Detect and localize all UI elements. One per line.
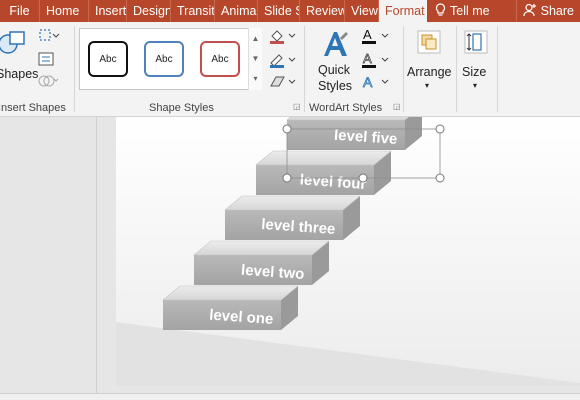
dialog-launcher-icon[interactable]: ◲ <box>393 102 401 111</box>
tab-transitions[interactable]: Transit <box>171 0 215 22</box>
shapes-button[interactable]: Shapes <box>0 26 38 88</box>
size-icon <box>464 30 488 54</box>
shape-effects-icon[interactable] <box>268 74 298 93</box>
step-top <box>162 285 299 301</box>
shape-style-blue[interactable]: Abc <box>144 41 184 77</box>
scroll-down-icon[interactable]: ▼ <box>249 48 262 68</box>
tab-slideshow[interactable]: Slide S <box>258 0 300 22</box>
scroll-up-icon[interactable]: ▲ <box>249 28 262 48</box>
group-divider <box>403 26 404 112</box>
shape-style-dark[interactable]: Abc <box>88 41 128 77</box>
tab-file[interactable]: File <box>0 0 40 22</box>
shape-style-red[interactable]: Abc <box>200 41 240 77</box>
slide-thumbnail-pane[interactable] <box>0 117 97 393</box>
text-box-icon[interactable] <box>38 52 54 69</box>
insert-shapes-group-label: Insert Shapes <box>0 102 66 114</box>
group-divider <box>304 26 305 112</box>
step-5[interactable]: level five <box>286 117 422 150</box>
chevron-down-icon: ▾ <box>473 81 478 90</box>
share-label: Share <box>540 4 574 18</box>
resize-handle[interactable] <box>435 124 445 134</box>
shape-styles-gallery: Abc Abc Abc <box>79 28 261 90</box>
powerpoint-window: File Home Insert Design Transit Anima Sl… <box>0 0 580 400</box>
step-4[interactable]: level four <box>255 150 392 195</box>
svg-text:A: A <box>363 52 372 66</box>
text-fill-icon[interactable]: A <box>361 27 391 47</box>
svg-text:A: A <box>363 74 373 90</box>
gallery-scroll[interactable]: ▲ ▼ ▾ <box>248 28 262 90</box>
text-effects-icon[interactable]: A <box>361 74 391 93</box>
slide-canvas[interactable]: level five level four level three level two… <box>116 117 580 386</box>
wordart-a-icon <box>324 32 348 56</box>
step-3[interactable]: level three <box>224 195 361 240</box>
lightbulb-icon <box>435 2 446 20</box>
wordart-group-label: WordArt Styles <box>309 102 383 114</box>
more-icon[interactable]: ▾ <box>249 68 262 88</box>
svg-text:A: A <box>363 28 372 42</box>
tab-view[interactable]: View <box>345 0 379 22</box>
step-1[interactable]: level one <box>162 285 299 330</box>
person-icon <box>523 3 537 20</box>
tab-home[interactable]: Home <box>40 0 89 22</box>
tell-me-search[interactable]: Tell me <box>427 0 498 22</box>
tab-design[interactable]: Design <box>127 0 171 22</box>
step-2[interactable]: level two <box>193 240 330 285</box>
status-bar <box>0 393 580 400</box>
chevron-down-icon: ▾ <box>425 81 430 90</box>
shape-styles-group-label: Shape Styles <box>149 102 214 114</box>
tab-format[interactable]: Format <box>379 0 427 22</box>
step-top <box>224 195 361 211</box>
editing-area: level five level four level three level two… <box>0 117 580 393</box>
group-divider <box>497 26 498 112</box>
arrange-icon <box>417 30 441 54</box>
text-outline-icon[interactable]: A <box>361 51 391 71</box>
merge-shapes-icon[interactable] <box>38 74 60 91</box>
arrange-button[interactable]: Arrange ▾ <box>406 26 452 96</box>
step-top <box>286 117 410 121</box>
quick-styles-label-1: Quick <box>318 63 350 77</box>
tab-insert[interactable]: Insert <box>89 0 127 22</box>
arrange-label: Arrange <box>407 65 452 79</box>
size-button[interactable]: Size ▾ <box>458 26 496 96</box>
step-top <box>193 240 330 256</box>
shape-outline-icon[interactable] <box>268 52 298 71</box>
tab-review[interactable]: Review <box>300 0 345 22</box>
resize-handle[interactable] <box>282 124 292 134</box>
resize-handle[interactable] <box>358 173 368 183</box>
group-divider <box>74 26 75 112</box>
ribbon-tab-bar: File Home Insert Design Transit Anima Sl… <box>0 0 580 22</box>
group-divider <box>456 26 457 112</box>
dialog-launcher-icon[interactable]: ◲ <box>293 102 301 111</box>
quick-styles-button[interactable]: Quick Styles <box>312 26 358 98</box>
resize-handle[interactable] <box>282 173 292 183</box>
shapes-icon <box>0 31 25 54</box>
resize-handle[interactable] <box>435 173 445 183</box>
step-top <box>255 150 392 166</box>
edit-shape-icon[interactable] <box>38 28 60 47</box>
tab-animations[interactable]: Anima <box>215 0 258 22</box>
share-button[interactable]: Share <box>515 0 580 22</box>
staircase-graphic: level fivelevel fourlevel threelevel two… <box>116 117 580 386</box>
ribbon: Shapes Insert Shapes Abc Abc Abc ▲ ▼ ▾ S… <box>0 22 580 117</box>
shape-fill-icon[interactable] <box>268 28 298 47</box>
quick-styles-label-2: Styles <box>318 79 353 93</box>
tell-me-label: Tell me <box>450 4 490 18</box>
shapes-label: Shapes <box>0 67 39 81</box>
